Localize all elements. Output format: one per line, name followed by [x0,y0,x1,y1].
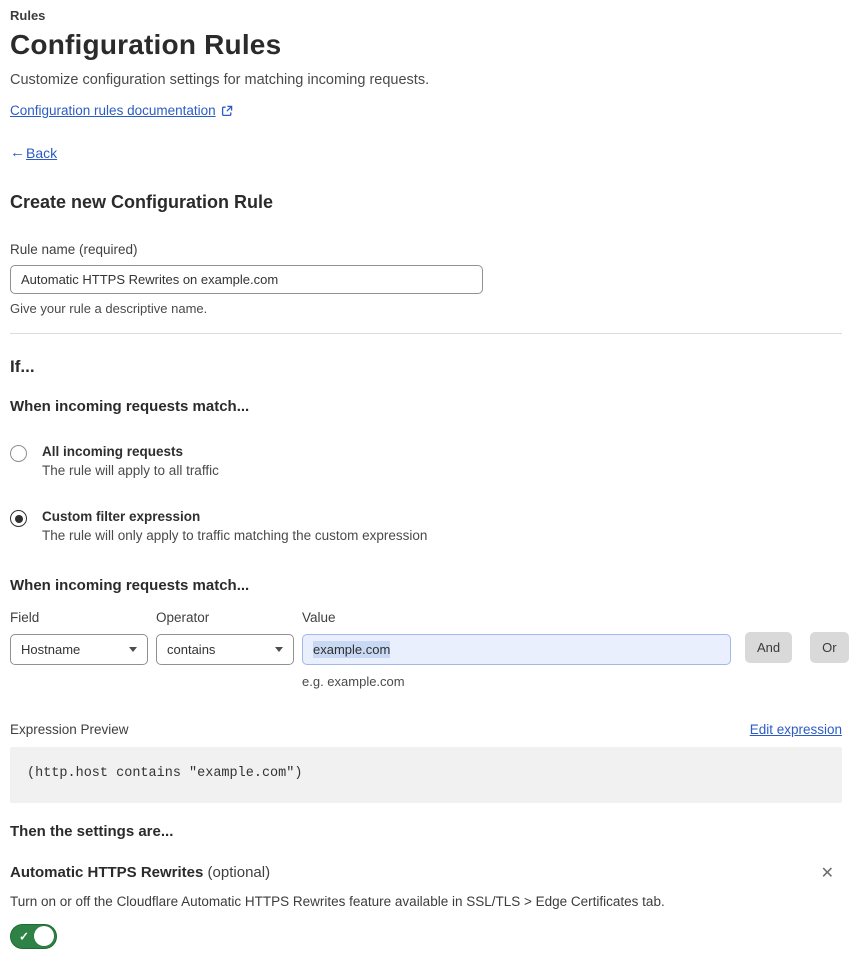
operator-select[interactable]: contains [156,634,294,665]
https-rewrites-toggle[interactable]: ✓ [10,924,57,949]
setting-name-bold: Automatic HTTPS Rewrites [10,864,204,881]
setting-name: Automatic HTTPS Rewrites (optional) [10,864,270,881]
expression-preview-code: (http.host contains "example.com") [10,747,842,803]
then-settings-title: Then the settings are... [10,823,174,840]
page-title: Configuration Rules [10,29,282,60]
toggle-knob [34,926,54,946]
match-type-heading: When incoming requests match... [10,398,250,415]
documentation-link-row: Configuration rules documentation [10,103,842,118]
setting-header: Automatic HTTPS Rewrites (optional) ✕ [10,864,842,882]
radio-button-icon[interactable] [10,510,27,527]
and-button[interactable]: And [745,632,793,663]
radio-description: The rule will apply to all traffic [42,463,219,478]
radio-description: The rule will only apply to traffic matc… [42,528,428,543]
expression-builder-row: Field Hostname Operator contains Value e… [10,610,849,689]
radio-option-custom-expression[interactable]: Custom filter expression The rule will o… [10,509,842,543]
expression-builder-heading: When incoming requests match... [10,577,250,594]
rule-name-help: Give your rule a descriptive name. [10,301,208,316]
value-column: Value example.com e.g. example.com [302,610,731,689]
close-icon[interactable]: ✕ [821,866,834,882]
radio-option-all-requests[interactable]: All incoming requests The rule will appl… [10,444,842,478]
rule-name-input[interactable] [10,265,483,294]
check-icon: ✓ [19,929,30,944]
radio-button-icon[interactable] [10,445,27,462]
or-button[interactable]: Or [810,632,849,663]
operator-column: Operator contains [156,610,294,665]
edit-expression-link[interactable]: Edit expression [750,722,842,737]
expression-preview-row: Expression Preview Edit expression [10,722,842,737]
value-input-text: example.com [313,641,391,658]
field-select[interactable]: Hostname [10,634,148,665]
field-label: Field [10,610,40,625]
field-column: Field Hostname [10,610,148,665]
value-help-text: e.g. example.com [302,674,405,689]
expression-preview-label: Expression Preview [10,722,129,737]
back-link-label: Back [26,144,58,161]
back-arrow-icon: ← [10,144,25,161]
create-rule-title: Create new Configuration Rule [10,192,274,212]
value-input[interactable]: example.com [302,634,731,665]
radio-label: All incoming requests [42,444,184,459]
external-link-icon [221,105,233,117]
radio-label: Custom filter expression [42,509,201,524]
breadcrumb: Rules [10,8,46,23]
operator-select-value: contains [167,642,216,657]
chevron-down-icon [129,647,137,652]
back-link[interactable]: ← Back [10,144,842,161]
value-label: Value [302,610,336,625]
field-select-value: Hostname [21,642,81,657]
if-section-title: If... [10,357,35,376]
operator-label: Operator [156,610,210,625]
documentation-link[interactable]: Configuration rules documentation [10,103,216,118]
rule-name-label: Rule name (required) [10,242,138,257]
section-divider [10,333,842,334]
setting-optional-label: (optional) [207,864,271,881]
setting-description: Turn on or off the Cloudflare Automatic … [10,894,665,909]
chevron-down-icon [275,647,283,652]
page-subtitle: Customize configuration settings for mat… [10,72,430,88]
